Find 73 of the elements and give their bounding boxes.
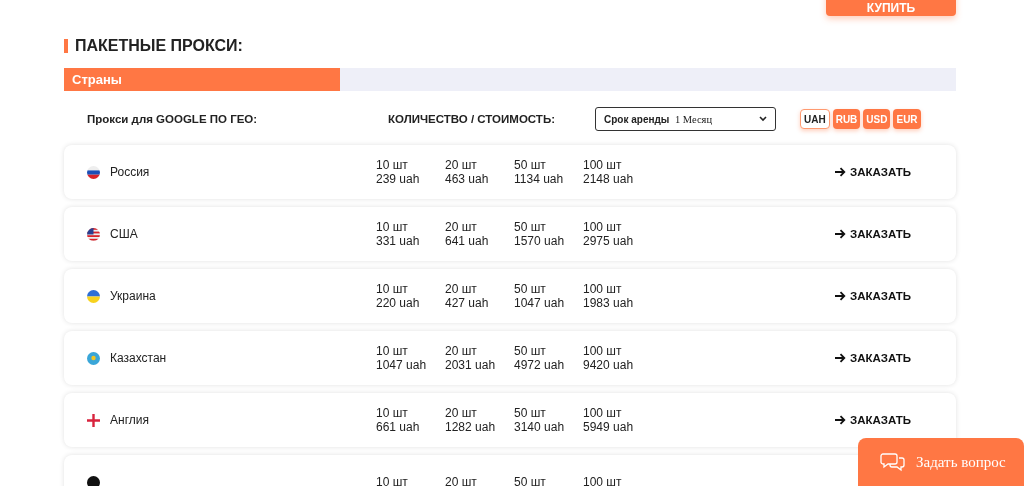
- flag-icon: [87, 165, 100, 179]
- package-quantity: 10 шт: [376, 158, 409, 172]
- package-quantity: 20 шт: [445, 475, 478, 486]
- package-quantity: 20 шт: [445, 344, 478, 358]
- package-quantity: 100 шт: [583, 344, 623, 358]
- country-name: Украина: [110, 289, 156, 303]
- package-quantity: 100 шт: [583, 475, 623, 486]
- package-quantity: 10 шт: [376, 282, 409, 296]
- package-quantity: 50 шт: [514, 220, 547, 234]
- arrow-icon: [835, 229, 846, 239]
- package-price: 1134 uah: [514, 172, 565, 186]
- currency-button[interactable]: UAH: [800, 109, 830, 129]
- package-price: 5949 uah: [583, 420, 635, 434]
- price-label: КОЛИЧЕСТВО / СТОИМОСТЬ:: [388, 113, 556, 125]
- package-quantity: 10 шт: [376, 344, 409, 358]
- arrow-icon: [835, 167, 846, 177]
- package-price: 661 uah: [376, 420, 421, 434]
- country-name: США: [110, 227, 138, 241]
- flag-icon: [87, 227, 100, 241]
- order-link[interactable]: ЗАКАЗАТЬ: [835, 414, 912, 426]
- chevron-icon: [759, 116, 767, 122]
- package-quantity: 20 шт: [445, 220, 478, 234]
- package-quantity: 100 шт: [583, 406, 623, 420]
- flag-icon: [87, 351, 100, 365]
- package-quantity: 50 шт: [514, 475, 547, 486]
- package-price: 2975 uah: [583, 234, 635, 248]
- arrow-icon: [835, 353, 846, 363]
- flag-icon: [87, 289, 100, 303]
- package-price: 3140 uah: [514, 420, 566, 434]
- package-quantity: 100 шт: [583, 282, 623, 296]
- package-price: 331 uah: [376, 234, 421, 248]
- package-price: 1282 uah: [445, 420, 497, 434]
- package-quantity: 10 шт: [376, 220, 409, 234]
- package-price: 641 uah: [445, 234, 490, 248]
- package-quantity: 20 шт: [445, 158, 478, 172]
- country-name: Англия: [110, 413, 149, 427]
- package-price: 2031 uah: [445, 358, 497, 372]
- package-price: 1570 uah: [514, 234, 566, 248]
- package-price: 1983 uah: [583, 296, 635, 310]
- package-price: 220 uah: [376, 296, 421, 310]
- package-quantity: 20 шт: [445, 282, 478, 296]
- arrow-icon: [835, 415, 846, 425]
- package-price: 239 uah: [376, 172, 421, 186]
- package-quantity: 50 шт: [514, 344, 547, 358]
- order-link[interactable]: ЗАКАЗАТЬ: [835, 352, 912, 364]
- title-accent-bar: [64, 39, 68, 53]
- package-price: 427 uah: [445, 296, 490, 310]
- country-name: Казахстан: [110, 351, 167, 365]
- package-quantity: 10 шт: [376, 406, 409, 420]
- arrow-icon: [835, 291, 846, 301]
- package-price: 9420 uah: [583, 358, 635, 372]
- flag-icon: [87, 413, 100, 427]
- rent-period-select[interactable]: Срок аренды 1 Месяц: [595, 107, 776, 131]
- package-price: 4972 uah: [514, 358, 566, 372]
- order-link[interactable]: ЗАКАЗАТЬ: [835, 166, 912, 178]
- package-quantity: 20 шт: [445, 406, 478, 420]
- package-quantity: 50 шт: [514, 158, 547, 172]
- package-quantity: 50 шт: [514, 282, 547, 296]
- package-price: 463 uah: [445, 172, 490, 186]
- package-quantity: 50 шт: [514, 406, 547, 420]
- chat-bubbles-icon: [880, 452, 906, 472]
- package-quantity: 100 шт: [583, 158, 623, 172]
- section-title: ПАКЕТНЫЕ ПРОКСИ:: [75, 37, 243, 55]
- package-price: 2148 uah: [583, 172, 635, 186]
- package-price: 1047 uah: [376, 358, 428, 372]
- flag-icon: [87, 475, 100, 486]
- geo-label: Прокси для GOOGLE ПО ГЕО:: [86, 113, 259, 125]
- country-name: Россия: [110, 165, 150, 179]
- order-link[interactable]: ЗАКАЗАТЬ: [835, 290, 912, 302]
- order-link[interactable]: ЗАКАЗАТЬ: [835, 228, 912, 240]
- package-quantity: 10 шт: [376, 475, 409, 486]
- package-price: 1047 uah: [514, 296, 566, 310]
- package-quantity: 100 шт: [583, 220, 623, 234]
